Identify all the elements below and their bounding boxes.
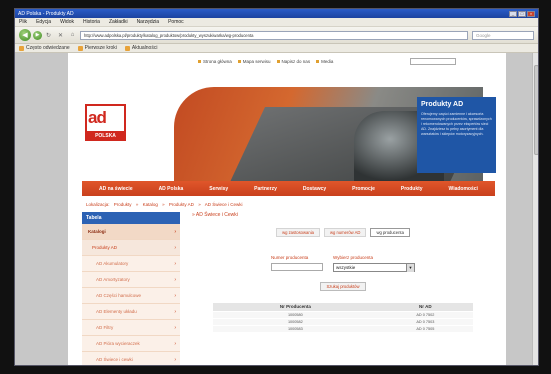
bookmark-icon xyxy=(124,45,130,51)
chevron-right-icon: › xyxy=(174,276,176,283)
nav-suppliers[interactable]: Dostawcy xyxy=(303,186,326,192)
breadcrumb-link[interactable]: Produkty AD xyxy=(169,202,194,207)
title-bar[interactable]: AD Polska - Produkty AD _ □ × xyxy=(15,9,538,18)
tab-by-producer[interactable]: wg producenta xyxy=(370,228,410,237)
main-content: » AD Świece i Cewki wg zastosowania wg n… xyxy=(190,212,496,365)
column-header: Nr Producenta xyxy=(213,303,378,311)
table-row[interactable]: 1000583 AD 0 7505 xyxy=(213,324,473,332)
bookmark-icon xyxy=(77,45,83,51)
sidebar-item-filters[interactable]: AD Filtry › xyxy=(82,320,180,336)
scrollbar-thumb[interactable] xyxy=(534,65,538,155)
menu-tools[interactable]: Narzędzia xyxy=(137,19,160,25)
breadcrumb: Lokalizacja: Produkty » Katalog » Produk… xyxy=(86,202,243,207)
sidebar-item-wiper-blades[interactable]: AD Pióra wycieraczek › xyxy=(82,336,180,352)
minimize-button[interactable]: _ xyxy=(509,10,517,17)
section-title: » AD Świece i Cewki xyxy=(192,212,238,218)
screen: AD Polska - Produkty AD _ □ × Plik Edycj… xyxy=(0,0,551,374)
search-tabs: wg zastosowania wg numerów AD wg produce… xyxy=(190,228,496,237)
sidebar-heading: Tabela xyxy=(82,212,180,224)
nav-ad-polska[interactable]: AD Polska xyxy=(159,186,184,192)
sidebar: Tabela Katalogi › Produkty AD › AD Akumula… xyxy=(82,212,180,365)
bookmark-item[interactable]: Często odwiedzane xyxy=(19,45,70,51)
sidebar-item-spark-plugs[interactable]: AD Świece i cewki › xyxy=(82,352,180,365)
top-link-media[interactable]: Media xyxy=(316,59,333,64)
producer-select[interactable]: wszystkie ▼ xyxy=(333,263,415,272)
top-links: Strona główna Mapa serwisu Napisz do nas… xyxy=(198,59,339,64)
nav-promotions[interactable]: Promocje xyxy=(352,186,375,192)
nav-products[interactable]: Produkty xyxy=(401,186,423,192)
chevron-right-icon: › xyxy=(174,260,176,267)
results-table: Nr Producenta Nr AD 1000580 AD 0 7502 10… xyxy=(213,303,473,332)
chevron-right-icon: › xyxy=(174,356,176,363)
nav-partners[interactable]: Partnerzy xyxy=(254,186,277,192)
menu-help[interactable]: Pomoc xyxy=(168,19,184,25)
menu-edit[interactable]: Edycja xyxy=(36,19,51,25)
hero-panel: Produkty AD Oferujemy części zamienne i … xyxy=(417,97,496,173)
chevron-right-icon: › xyxy=(174,228,176,235)
sidebar-item-batteries[interactable]: AD Akumulatory › xyxy=(82,256,180,272)
logo-country: POLSKA xyxy=(85,131,126,141)
menu-history[interactable]: Historia xyxy=(83,19,100,25)
main-navigation: AD na świecie AD Polska Serwisy Partnerz… xyxy=(82,181,495,196)
top-link-contact[interactable]: Napisz do nas xyxy=(277,59,311,64)
hero-text: Oferujemy części zamienne i akcesoria re… xyxy=(421,112,492,136)
sidebar-item-brake-parts[interactable]: AD Części hamulcowe › xyxy=(82,288,180,304)
breadcrumb-link[interactable]: Katalog xyxy=(143,202,158,207)
window-title: AD Polska - Produkty AD xyxy=(18,10,74,17)
producer-number-label: Numer producenta xyxy=(271,255,309,260)
bookmarks-bar: Często odwiedzane Pierwsze kroki Aktualn… xyxy=(15,44,538,53)
bookmark-item[interactable]: Aktualności xyxy=(124,45,157,51)
bookmark-item[interactable]: Pierwsze kroki xyxy=(77,45,117,51)
logo-letters: ad xyxy=(88,108,107,127)
menu-bookmarks[interactable]: Zakładki xyxy=(109,19,128,25)
sidebar-item-system-elements[interactable]: AD Elementy układu › xyxy=(82,304,180,320)
find-products-button[interactable]: Szukaj produktów xyxy=(320,282,366,291)
ad-logo[interactable]: ad POLSKA xyxy=(85,104,126,141)
search-input[interactable]: Google xyxy=(472,30,534,40)
producer-select-label: Wybierz producenta xyxy=(333,255,373,260)
nav-news[interactable]: Wiadomości xyxy=(449,186,478,192)
stop-icon[interactable]: ✕ xyxy=(56,31,65,40)
chevron-down-icon[interactable]: ▼ xyxy=(406,263,414,272)
table-row[interactable]: 1000582 AD 0 7503 xyxy=(213,317,473,325)
column-header: Nr AD xyxy=(377,303,473,311)
producer-number-input[interactable] xyxy=(271,263,323,271)
back-icon[interactable]: ◀ xyxy=(19,29,31,41)
bookmark-icon xyxy=(19,45,24,51)
page-viewport: Strona główna Mapa serwisu Napisz do nas… xyxy=(15,53,538,365)
chevron-right-icon: › xyxy=(174,324,176,331)
breadcrumb-link[interactable]: Produkty xyxy=(114,202,132,207)
chevron-right-icon: › xyxy=(174,308,176,315)
menu-bar: Plik Edycja Widok Historia Zakładki Narz… xyxy=(15,18,538,27)
chevron-right-icon: › xyxy=(174,340,176,347)
top-link-home[interactable]: Strona główna xyxy=(198,59,232,64)
navigation-toolbar: ◀ ▶ ↻ ✕ ⌂ http://www.adpolska.pl/produkt… xyxy=(15,27,538,44)
address-bar[interactable]: http://www.adpolska.pl/produkty/katalog_… xyxy=(80,30,468,40)
close-button[interactable]: × xyxy=(527,10,535,17)
sidebar-item-catalogs[interactable]: Katalogi › xyxy=(82,224,180,240)
tab-by-application[interactable]: wg zastosowania xyxy=(276,228,320,237)
nav-services[interactable]: Serwisy xyxy=(209,186,228,192)
nav-ad-world[interactable]: AD na świecie xyxy=(99,186,133,192)
breadcrumb-current: AD Świece i Cewki xyxy=(204,202,243,207)
tab-by-ad-number[interactable]: wg numerów AD xyxy=(323,228,367,237)
chevron-right-icon: › xyxy=(174,244,176,251)
web-page: Strona główna Mapa serwisu Napisz do nas… xyxy=(68,53,506,365)
filter-form: Numer producenta Wybierz producenta wszy… xyxy=(190,255,496,272)
sidebar-item-shock-absorbers[interactable]: AD Amortyzatory › xyxy=(82,272,180,288)
browser-window: AD Polska - Produkty AD _ □ × Plik Edycj… xyxy=(14,8,539,366)
hero-heading: Produkty AD xyxy=(421,101,464,108)
table-row[interactable]: 1000580 AD 0 7502 xyxy=(213,310,473,318)
maximize-button[interactable]: □ xyxy=(518,10,526,17)
menu-file[interactable]: Plik xyxy=(19,19,27,25)
forward-icon[interactable]: ▶ xyxy=(33,30,42,40)
scrollbar[interactable] xyxy=(532,53,538,365)
menu-view[interactable]: Widok xyxy=(60,19,74,25)
sidebar-item-ad-products[interactable]: Produkty AD › xyxy=(82,240,180,256)
reload-icon[interactable]: ↻ xyxy=(44,31,53,40)
chevron-right-icon: › xyxy=(174,292,176,299)
home-icon[interactable]: ⌂ xyxy=(68,31,77,40)
top-link-sitemap[interactable]: Mapa serwisu xyxy=(238,59,271,64)
site-search-input[interactable] xyxy=(410,58,456,65)
